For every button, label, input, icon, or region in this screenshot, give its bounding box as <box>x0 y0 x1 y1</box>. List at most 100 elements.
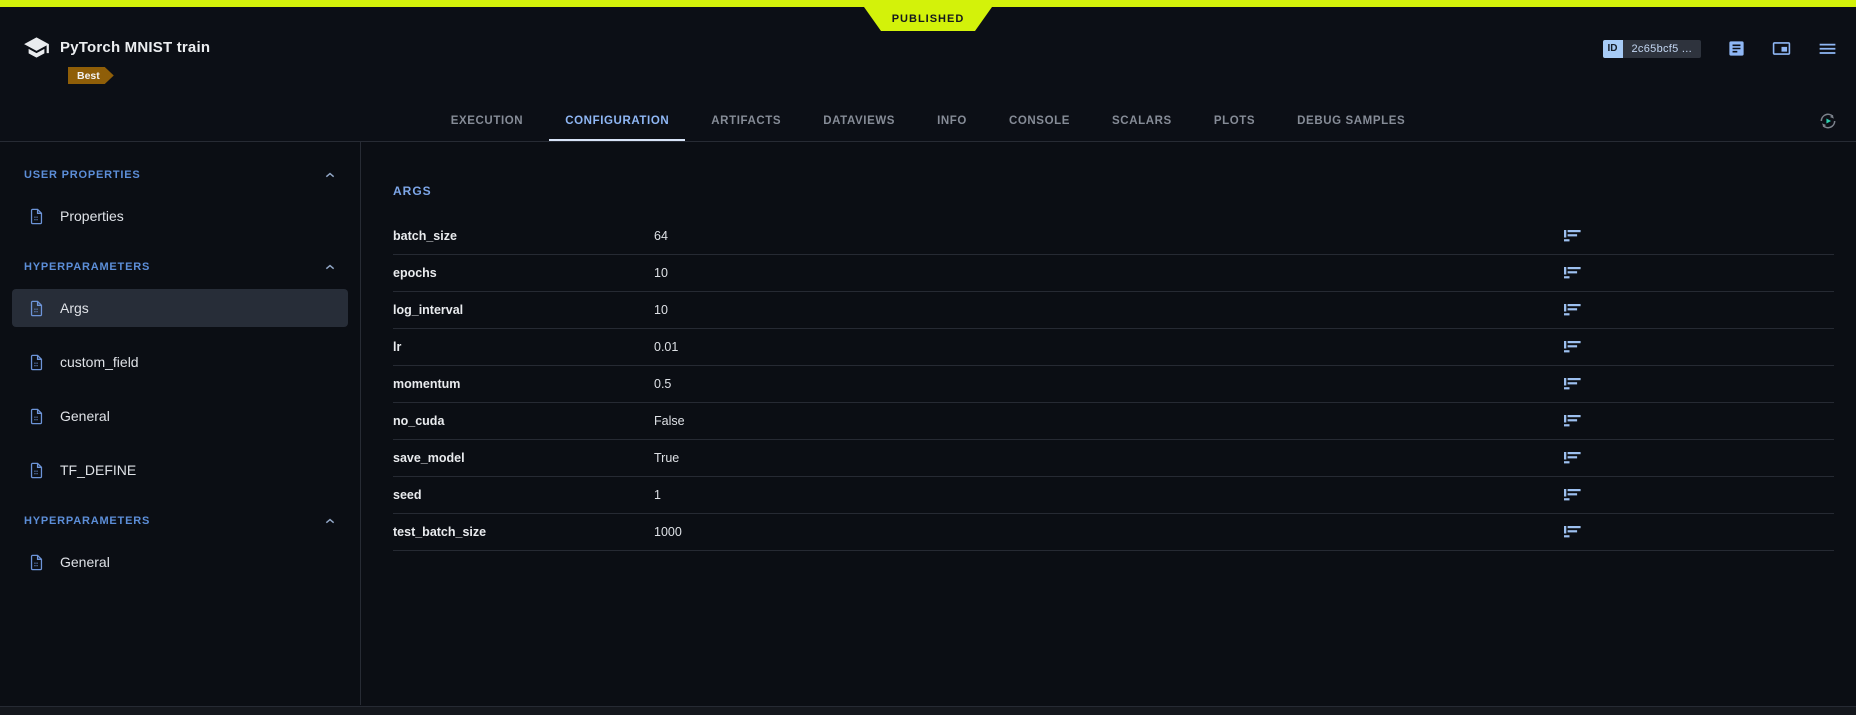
configuration-sidebar: USER PROPERTIES Properties HYPERPARAMETE… <box>0 142 361 705</box>
published-status-badge: PUBLISHED <box>864 7 992 31</box>
sidebar-section-title: HYPERPARAMETERS <box>24 515 150 527</box>
tab-label: SCALARS <box>1112 115 1172 127</box>
auto-refresh-icon <box>1817 110 1839 132</box>
details-article-icon[interactable] <box>1727 39 1746 58</box>
page-body: USER PROPERTIES Properties HYPERPARAMETE… <box>0 142 1856 705</box>
best-tag: Best <box>68 67 114 84</box>
sidebar-section-header-hyperparameters[interactable]: HYPERPARAMETERS <box>0 255 360 279</box>
parameter-value: 1 <box>654 488 661 502</box>
experiment-logo-icon <box>23 34 50 61</box>
chevron-up-icon <box>322 259 338 275</box>
parameter-info-icon[interactable] <box>1564 377 1582 391</box>
document-icon <box>28 207 45 226</box>
tab-debug-samples[interactable]: DEBUG SAMPLES <box>1276 101 1426 141</box>
tab-console[interactable]: CONSOLE <box>988 101 1091 141</box>
parameter-row-lr: lr 0.01 <box>393 329 1834 366</box>
tab-plots[interactable]: PLOTS <box>1193 101 1276 141</box>
parameter-row-epochs: epochs 10 <box>393 255 1834 292</box>
id-value: 2c65bcf5 ... <box>1623 40 1701 58</box>
auto-refresh-button[interactable] <box>1817 110 1839 132</box>
parameter-row-momentum: momentum 0.5 <box>393 366 1834 403</box>
sidebar-section-title: HYPERPARAMETERS <box>24 261 150 273</box>
parameter-key: log_interval <box>393 303 654 317</box>
sidebar-section-title: USER PROPERTIES <box>24 169 141 181</box>
tab-label: CONSOLE <box>1009 115 1070 127</box>
parameter-value: 64 <box>654 229 668 243</box>
parameter-row-no-cuda: no_cuda False <box>393 403 1834 440</box>
tab-label: EXECUTION <box>451 115 524 127</box>
tab-label: CONFIGURATION <box>565 115 669 127</box>
parameter-key: epochs <box>393 266 654 280</box>
tab-configuration[interactable]: CONFIGURATION <box>544 101 690 141</box>
parameter-key: lr <box>393 340 654 354</box>
tab-scalars[interactable]: SCALARS <box>1091 101 1193 141</box>
sidebar-section: HYPERPARAMETERS General <box>0 509 360 581</box>
parameter-value: False <box>654 414 685 428</box>
tab-execution[interactable]: EXECUTION <box>430 101 545 141</box>
parameter-info-icon[interactable] <box>1564 340 1582 354</box>
sidebar-item-label: Properties <box>60 208 124 224</box>
sidebar-section-items: Properties <box>0 197 360 235</box>
published-label: PUBLISHED <box>892 13 965 25</box>
experiment-id-badge[interactable]: ID 2c65bcf5 ... <box>1603 40 1701 58</box>
parameter-info-icon[interactable] <box>1564 266 1582 280</box>
sidebar-item-general[interactable]: General <box>12 543 348 581</box>
sidebar-item-label: General <box>60 408 110 424</box>
sidebar-item-label: custom_field <box>60 354 139 370</box>
parameter-row-save-model: save_model True <box>393 440 1834 477</box>
args-section-title: ARGS <box>393 184 1834 198</box>
parameter-row-log-interval: log_interval 10 <box>393 292 1834 329</box>
tab-label: DATAVIEWS <box>823 115 895 127</box>
header-actions: ID 2c65bcf5 ... <box>1603 38 1838 59</box>
parameter-key: no_cuda <box>393 414 654 428</box>
sidebar-item-args[interactable]: Args <box>12 289 348 327</box>
parameter-info-icon[interactable] <box>1564 229 1582 243</box>
sidebar-section-items: Args custom_field General TF_DEFINE <box>0 289 360 489</box>
published-status-line <box>0 0 1856 7</box>
sidebar-section: HYPERPARAMETERS Args custom_field Genera… <box>0 255 360 489</box>
sidebar-item-label: Args <box>60 300 89 316</box>
sidebar-item-custom-field[interactable]: custom_field <box>12 343 348 381</box>
sidebar-section-header-user-properties[interactable]: USER PROPERTIES <box>0 163 360 187</box>
sidebar-section: USER PROPERTIES Properties <box>0 163 360 235</box>
tab-label: DEBUG SAMPLES <box>1297 115 1405 127</box>
sidebar-item-tf-define[interactable]: TF_DEFINE <box>12 451 348 489</box>
layout-panel-icon[interactable] <box>1772 39 1791 58</box>
sidebar-item-label: General <box>60 554 110 570</box>
sidebar-item-label: TF_DEFINE <box>60 462 136 478</box>
parameter-key: momentum <box>393 377 654 391</box>
configuration-content: ARGS batch_size 64 epochs 10 log_interva… <box>361 142 1856 705</box>
active-tab-underline <box>549 139 685 141</box>
parameter-value: 10 <box>654 303 668 317</box>
experiment-title: PyTorch MNIST train <box>60 39 210 56</box>
parameter-info-icon[interactable] <box>1564 303 1582 317</box>
menu-icon[interactable] <box>1817 38 1838 59</box>
tab-label: INFO <box>937 115 967 127</box>
best-tag-label: Best <box>77 70 100 82</box>
parameter-value: True <box>654 451 679 465</box>
parameter-info-icon[interactable] <box>1564 488 1582 502</box>
sidebar-section-items: General <box>0 543 360 581</box>
tab-bar: EXECUTION CONFIGURATION ARTIFACTS DATAVI… <box>0 101 1856 141</box>
parameter-row-seed: seed 1 <box>393 477 1834 514</box>
parameter-info-icon[interactable] <box>1564 414 1582 428</box>
parameter-value: 1000 <box>654 525 682 539</box>
document-icon <box>28 407 45 426</box>
document-icon <box>28 299 45 318</box>
parameter-value: 0.01 <box>654 340 678 354</box>
sidebar-item-general[interactable]: General <box>12 397 348 435</box>
tab-info[interactable]: INFO <box>916 101 988 141</box>
parameter-info-icon[interactable] <box>1564 525 1582 539</box>
parameter-key: test_batch_size <box>393 525 654 539</box>
tab-artifacts[interactable]: ARTIFACTS <box>690 101 802 141</box>
parameter-key: save_model <box>393 451 654 465</box>
parameter-value: 10 <box>654 266 668 280</box>
parameter-info-icon[interactable] <box>1564 451 1582 465</box>
parameter-key: batch_size <box>393 229 654 243</box>
parameter-row-batch-size: batch_size 64 <box>393 218 1834 255</box>
parameter-key: seed <box>393 488 654 502</box>
parameter-value: 0.5 <box>654 377 671 391</box>
sidebar-section-header-hyperparameters[interactable]: HYPERPARAMETERS <box>0 509 360 533</box>
tab-dataviews[interactable]: DATAVIEWS <box>802 101 916 141</box>
sidebar-item-properties[interactable]: Properties <box>12 197 348 235</box>
